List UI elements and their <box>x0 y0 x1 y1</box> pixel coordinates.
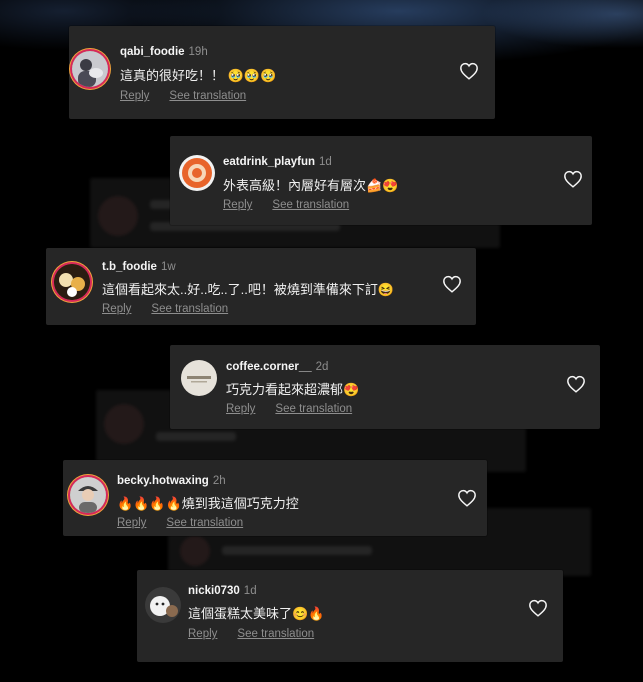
username[interactable]: qabi_foodie <box>120 46 185 58</box>
comment-meta: coffee.corner__ 2d <box>226 361 328 373</box>
comment-meta: nicki0730 1d <box>188 585 257 597</box>
comment-actions: Reply See translation <box>102 303 248 315</box>
person-with-pet-avatar-icon <box>72 51 108 87</box>
avatar[interactable] <box>181 360 217 396</box>
white-dog-avatar-icon <box>145 587 181 623</box>
comment-actions: Reply See translation <box>188 628 334 640</box>
timestamp: 1w <box>160 261 176 273</box>
comment-actions: Reply See translation <box>120 90 266 102</box>
timestamp: 1d <box>319 156 332 168</box>
comment-text: 這個看起來太..好..吃..了..吧！被燒到準備來下訂😆 <box>102 282 395 297</box>
comment-text: 外表高級！內層好有層次🍰😍 <box>223 178 399 193</box>
heart-outline-icon[interactable] <box>566 375 586 393</box>
username[interactable]: eatdrink_playfun <box>223 156 315 168</box>
see-translation-link[interactable]: See translation <box>237 628 314 640</box>
orange-flower-logo-avatar-icon <box>179 155 215 191</box>
comment-card: coffee.corner__ 2d 巧克力看起來超濃郁😍 Reply See tr… <box>170 345 600 429</box>
comment-meta: eatdrink_playfun 1d <box>223 156 332 168</box>
avatar[interactable] <box>179 155 215 191</box>
username[interactable]: coffee.corner__ <box>226 361 312 373</box>
comment-actions: Reply See translation <box>223 199 369 211</box>
heart-outline-icon[interactable] <box>528 599 548 617</box>
reply-button[interactable]: Reply <box>117 517 146 529</box>
comment-card: qabi_foodie 19h 這真的很好吃！！ 🥹🥹🥹 Reply See tra… <box>69 26 495 119</box>
reply-button[interactable]: Reply <box>223 199 252 211</box>
reply-button[interactable]: Reply <box>120 90 149 102</box>
reply-button[interactable]: Reply <box>226 403 255 415</box>
cartoon-characters-avatar-icon <box>54 264 90 300</box>
timestamp: 2d <box>315 361 329 373</box>
comment-card: becky.hotwaxing 2h 🔥🔥🔥🔥燒到我這個巧克力控 Reply See… <box>63 460 487 536</box>
avatar[interactable] <box>72 51 108 87</box>
see-translation-link[interactable]: See translation <box>169 90 246 102</box>
heart-outline-icon[interactable] <box>442 275 462 293</box>
reply-button[interactable]: Reply <box>102 303 131 315</box>
username[interactable]: t.b_foodie <box>102 261 157 273</box>
username[interactable]: becky.hotwaxing <box>117 475 209 487</box>
reply-button[interactable]: Reply <box>188 628 217 640</box>
timestamp: 19h <box>188 46 208 58</box>
comment-actions: Reply See translation <box>226 403 372 415</box>
comment-card: eatdrink_playfun 1d 外表高級！內層好有層次🍰😍 Reply Se… <box>170 136 592 225</box>
comment-meta: t.b_foodie 1w <box>102 261 176 273</box>
heart-outline-icon[interactable] <box>563 170 583 188</box>
comment-text: 🔥🔥🔥🔥燒到我這個巧克力控 <box>117 496 299 511</box>
comment-meta: becky.hotwaxing 2h <box>117 475 226 487</box>
comment-text: 這真的很好吃！！ 🥹🥹🥹 <box>120 68 277 83</box>
person-with-cap-avatar-icon <box>70 477 106 513</box>
heart-outline-icon[interactable] <box>459 62 479 80</box>
timestamp: 1d <box>243 585 257 597</box>
timestamp: 2h <box>212 475 226 487</box>
cafe-logo-avatar-icon <box>181 360 217 396</box>
username[interactable]: nicki0730 <box>188 585 240 597</box>
comment-text: 這個蛋糕太美味了😊🔥 <box>188 606 325 621</box>
comment-card: nicki0730 1d 這個蛋糕太美味了😊🔥 Reply See translat… <box>137 570 563 662</box>
comment-actions: Reply See translation <box>117 517 263 529</box>
see-translation-link[interactable]: See translation <box>275 403 352 415</box>
see-translation-link[interactable]: See translation <box>166 517 243 529</box>
see-translation-link[interactable]: See translation <box>272 199 349 211</box>
heart-outline-icon[interactable] <box>457 489 477 507</box>
see-translation-link[interactable]: See translation <box>151 303 228 315</box>
avatar[interactable] <box>145 587 181 623</box>
avatar[interactable] <box>70 477 106 513</box>
comment-card: t.b_foodie 1w 這個看起來太..好..吃..了..吧！被燒到準備來下訂… <box>46 248 476 325</box>
avatar[interactable] <box>54 264 90 300</box>
comment-text: 巧克力看起來超濃郁😍 <box>226 382 360 397</box>
comment-meta: qabi_foodie 19h <box>120 46 208 58</box>
